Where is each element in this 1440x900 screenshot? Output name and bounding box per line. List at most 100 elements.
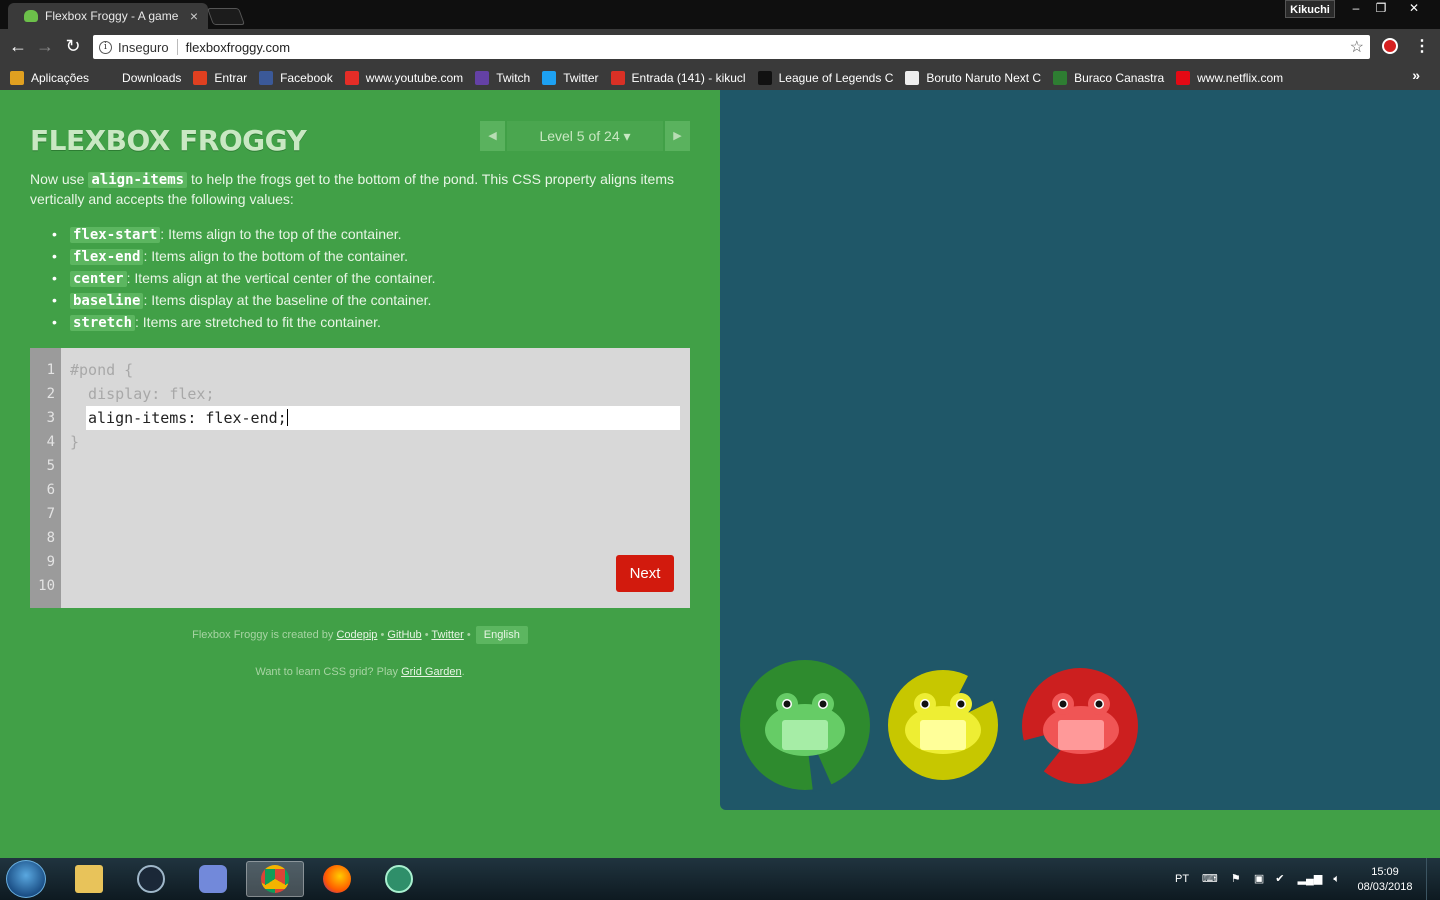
- separator: •: [421, 629, 432, 641]
- option-text: : Items display at the baseline of the c…: [143, 292, 432, 308]
- bookmark-item[interactable]: www.netflix.com: [1176, 70, 1283, 85]
- line-number: 2: [46, 386, 55, 402]
- bookmark-item[interactable]: Entrar: [193, 70, 248, 85]
- show-desktop-button[interactable]: [1426, 858, 1440, 900]
- option-text: : Items are stretched to fit the contain…: [135, 314, 381, 330]
- url-text[interactable]: flexboxfroggy.com: [186, 40, 291, 55]
- language-indicator[interactable]: PT: [1175, 873, 1189, 885]
- profile-button[interactable]: Kikuchi: [1285, 0, 1335, 18]
- github-link[interactable]: GitHub: [387, 629, 421, 641]
- security-icon[interactable]: ✔: [1275, 873, 1284, 885]
- next-level-button[interactable]: ▶: [665, 121, 690, 151]
- keyboard-icon[interactable]: ⌨: [1202, 873, 1218, 885]
- line-number: 6: [46, 482, 55, 498]
- option-code: flex-end: [70, 249, 144, 265]
- network-icon[interactable]: ▂▄▆: [1298, 873, 1323, 885]
- line-number: 9: [46, 554, 55, 570]
- more-bookmarks-button[interactable]: »: [1412, 67, 1420, 83]
- bookmark-label: Entrar: [214, 70, 248, 85]
- bookmark-label: Aplicações: [31, 70, 90, 85]
- bookmark-label: Buraco Canastra: [1074, 70, 1165, 85]
- grid-garden-link[interactable]: Grid Garden: [401, 666, 462, 678]
- chrome-menu-icon[interactable]: ⋮: [1414, 36, 1430, 56]
- clock[interactable]: 15:09 08/03/2018: [1350, 865, 1420, 895]
- bookmark-item[interactable]: www.youtube.com: [344, 70, 464, 85]
- clock-date: 08/03/2018: [1357, 881, 1413, 893]
- option-text: : Items align at the vertical center of …: [126, 270, 436, 286]
- level-indicator[interactable]: Level 5 of 24 ▾: [507, 121, 663, 151]
- cards-icon: [1053, 70, 1068, 85]
- restore-button[interactable]: ❐: [1367, 0, 1395, 18]
- close-window-button[interactable]: ✕: [1392, 0, 1436, 18]
- browser-tab[interactable]: Flexbox Froggy - A game ×: [8, 3, 208, 29]
- close-tab-icon[interactable]: ×: [190, 8, 198, 24]
- pb-icon: [757, 70, 772, 85]
- extension-icon[interactable]: [1382, 38, 1398, 54]
- green-frog-icon: [765, 693, 845, 756]
- bookmark-item[interactable]: Entrada (141) - kikucl: [610, 70, 746, 85]
- netflix-icon: [1176, 70, 1191, 85]
- code-line-4: }: [70, 433, 80, 451]
- folder-icon: [75, 865, 103, 893]
- previous-level-button[interactable]: ◀: [480, 121, 505, 151]
- line-number: 1: [46, 362, 55, 378]
- option-code: baseline: [70, 293, 144, 309]
- bookmark-item[interactable]: Twitter: [542, 70, 599, 85]
- explorer-taskbar-button[interactable]: [60, 861, 118, 897]
- credits-text: Flexbox Froggy is created by: [192, 629, 337, 641]
- security-label[interactable]: Inseguro: [118, 40, 169, 55]
- back-button[interactable]: ←: [6, 35, 30, 59]
- line-number: 10: [38, 578, 55, 594]
- info-icon[interactable]: i: [99, 40, 112, 54]
- new-tab-button[interactable]: [206, 8, 246, 25]
- css-code-input[interactable]: align-items: flex-end;: [86, 406, 680, 430]
- discord-taskbar-button[interactable]: [184, 861, 242, 897]
- text-caret: [286, 409, 288, 426]
- pond: [720, 90, 1440, 810]
- action-center-flag-icon[interactable]: ⚑: [1231, 873, 1241, 885]
- bookmark-item[interactable]: Aplicações: [10, 70, 90, 85]
- codepip-link[interactable]: Codepip: [336, 629, 377, 641]
- bookmark-item[interactable]: Twitch: [475, 70, 530, 85]
- level-selector: ◀ Level 5 of 24 ▾ ▶: [480, 121, 690, 151]
- bookmark-item[interactable]: Boruto Naruto Next C: [905, 70, 1041, 85]
- chrome-taskbar-button[interactable]: [246, 861, 304, 897]
- microsoft-icon: [193, 70, 208, 85]
- reload-button[interactable]: ↻: [61, 35, 85, 59]
- next-button[interactable]: Next: [616, 555, 674, 592]
- nvidia-icon[interactable]: ▣: [1254, 873, 1264, 885]
- start-button[interactable]: [6, 860, 46, 898]
- intro-text-before: Now use: [30, 171, 89, 187]
- separator: •: [377, 629, 388, 641]
- instructions: Now use align-items to help the frogs ge…: [30, 170, 690, 209]
- list-item: stretch: Items are stretched to fit the …: [52, 311, 692, 333]
- volume-icon[interactable]: 🔈︎: [1333, 873, 1340, 885]
- bookmarks-bar: Aplicações Downloads Entrar Facebook www.you…: [0, 65, 1440, 90]
- bookmark-item[interactable]: League of Legends C: [757, 70, 893, 85]
- bookmark-label: www.youtube.com: [365, 70, 464, 85]
- code-editor: 1 2 3 4 5 6 7 8 9 10 #pond { display: fl…: [30, 348, 690, 608]
- forward-button[interactable]: →: [33, 35, 57, 59]
- firefox-taskbar-button[interactable]: [308, 861, 366, 897]
- atom-taskbar-button[interactable]: [370, 861, 428, 897]
- language-selector[interactable]: English: [475, 626, 528, 644]
- separator: •: [463, 629, 474, 641]
- bookmark-label: Twitter: [563, 70, 599, 85]
- gmail-icon: [610, 70, 625, 85]
- option-code: stretch: [70, 315, 136, 331]
- bookmark-item[interactable]: Facebook: [259, 70, 333, 85]
- system-tray: PT ⌨ ⚑ ▣ ✔ ▂▄▆ 🔈︎: [1175, 872, 1340, 886]
- css-input-value: align-items: flex-end;: [88, 409, 287, 427]
- bookmark-star-icon[interactable]: ☆: [1350, 37, 1364, 57]
- bookmark-label: Downloads: [122, 70, 182, 85]
- bookmark-item[interactable]: Downloads: [101, 70, 182, 85]
- game-page: FLEXBOX FROGGY ◀ Level 5 of 24 ▾ ▶ Now u…: [0, 90, 1440, 858]
- bookmark-item[interactable]: Buraco Canastra: [1053, 70, 1165, 85]
- download-icon: [101, 70, 116, 85]
- twitter-link[interactable]: Twitter: [431, 629, 463, 641]
- address-bar[interactable]: i Inseguro flexboxfroggy.com ☆: [93, 35, 1370, 59]
- apps-grid-icon: [10, 70, 24, 85]
- steam-taskbar-button[interactable]: [122, 861, 180, 897]
- divider: [176, 39, 178, 55]
- minimize-button[interactable]: –: [1342, 0, 1370, 18]
